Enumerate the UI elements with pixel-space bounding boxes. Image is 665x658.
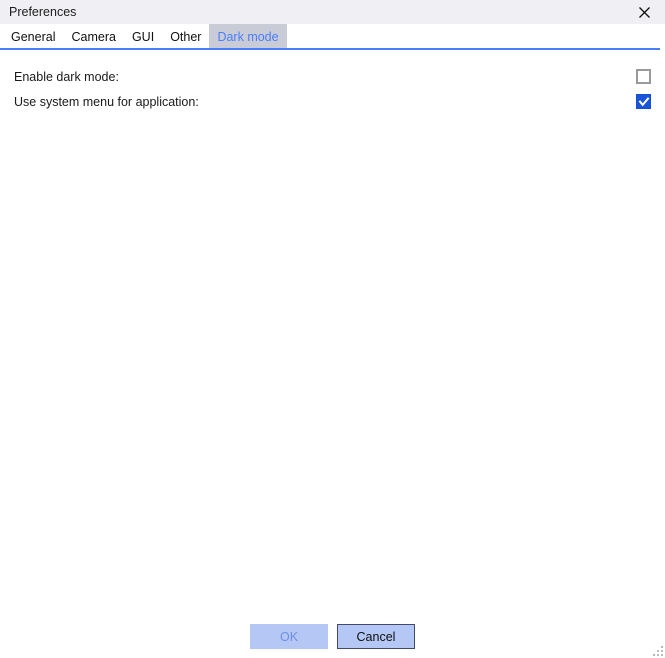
tab-dark-mode[interactable]: Dark mode <box>209 24 287 50</box>
enable-dark-mode-label: Enable dark mode: <box>14 69 119 84</box>
setting-row-enable-dark-mode: Enable dark mode: <box>14 64 651 89</box>
tab-other-label: Other <box>170 29 202 44</box>
tab-gui-label: GUI <box>131 29 155 44</box>
checkmark-icon <box>638 96 650 108</box>
dark-mode-settings-panel: Enable dark mode: Use system menu for ap… <box>0 50 665 114</box>
preferences-tabbar: General Camera GUI Other Dark mode <box>0 24 665 50</box>
cancel-button[interactable]: Cancel <box>337 624 415 649</box>
tab-dark-mode-label: Dark mode <box>217 29 279 44</box>
tab-camera-label: Camera <box>71 29 116 44</box>
close-button[interactable] <box>623 0 665 24</box>
resize-grip[interactable] <box>650 643 663 656</box>
tab-general[interactable]: General <box>3 24 63 50</box>
tab-other[interactable]: Other <box>162 24 209 50</box>
close-icon <box>638 6 651 19</box>
enable-dark-mode-checkbox[interactable] <box>636 69 651 84</box>
setting-row-use-system-menu: Use system menu for application: <box>14 89 651 114</box>
use-system-menu-checkbox[interactable] <box>636 94 651 109</box>
dialog-button-row: OK Cancel <box>0 618 665 658</box>
tab-camera[interactable]: Camera <box>63 24 123 50</box>
ok-button[interactable]: OK <box>250 624 328 649</box>
tab-general-label: General <box>11 29 56 44</box>
window-title: Preferences <box>9 4 77 19</box>
tab-gui[interactable]: GUI <box>124 24 162 50</box>
use-system-menu-label: Use system menu for application: <box>14 94 199 109</box>
window-titlebar: Preferences <box>0 0 665 24</box>
